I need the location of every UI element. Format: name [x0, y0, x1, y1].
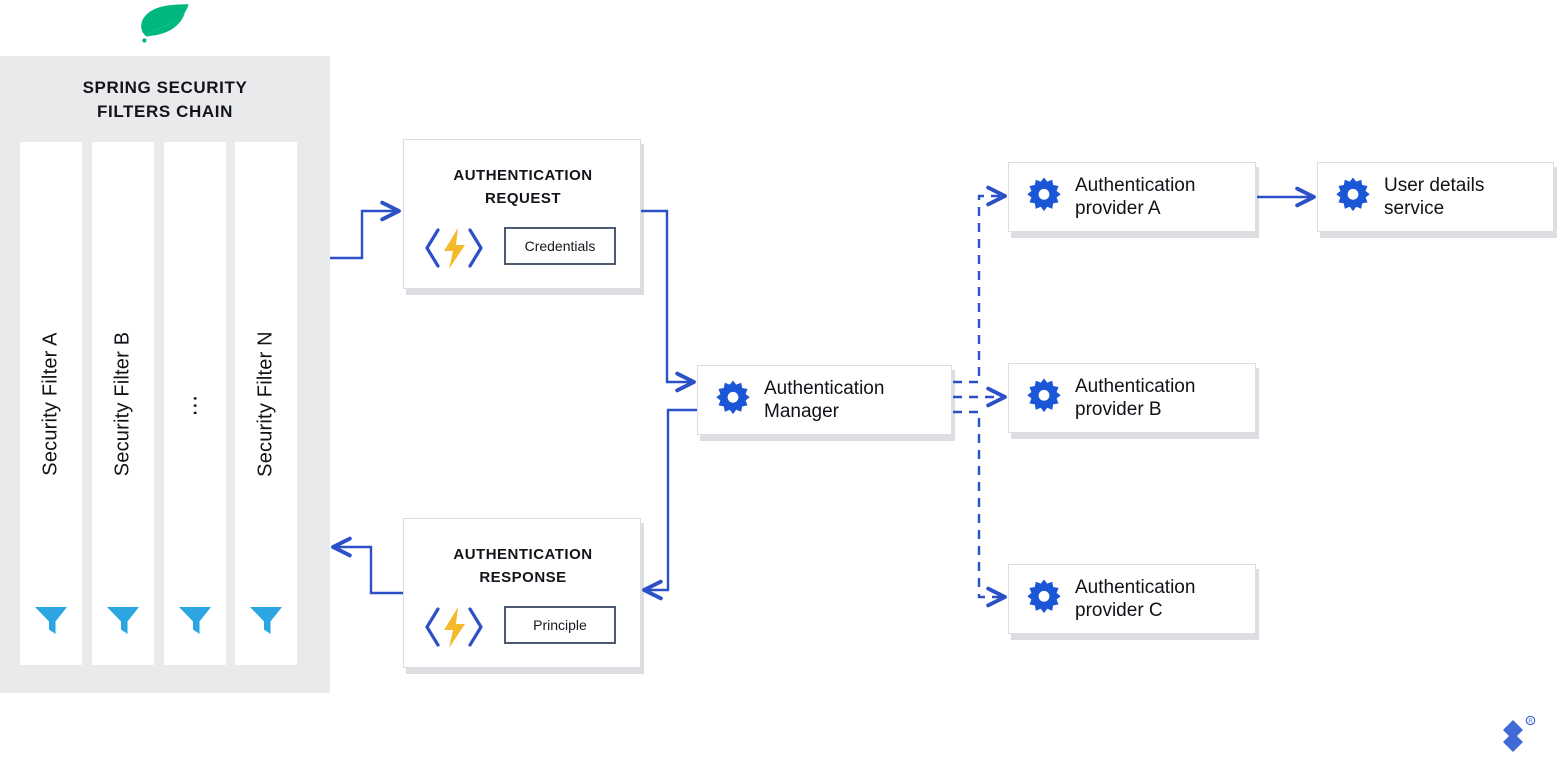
- diagram-canvas: SPRING SECURITY FILTERS CHAIN Security F…: [0, 0, 1560, 760]
- wire-request-to-manager: [641, 209, 696, 393]
- wire-manager-to-provider-a: [953, 185, 1007, 384]
- wire-manager-to-provider-c: [953, 410, 1007, 608]
- wire-filters-to-request: [330, 200, 401, 260]
- connector-wires: [330, 185, 1316, 608]
- wire-response-to-filters: [331, 536, 403, 595]
- svg-text:R: R: [1528, 719, 1533, 725]
- wire-manager-to-response: [642, 408, 697, 601]
- toptal-logo: R: [1492, 714, 1536, 754]
